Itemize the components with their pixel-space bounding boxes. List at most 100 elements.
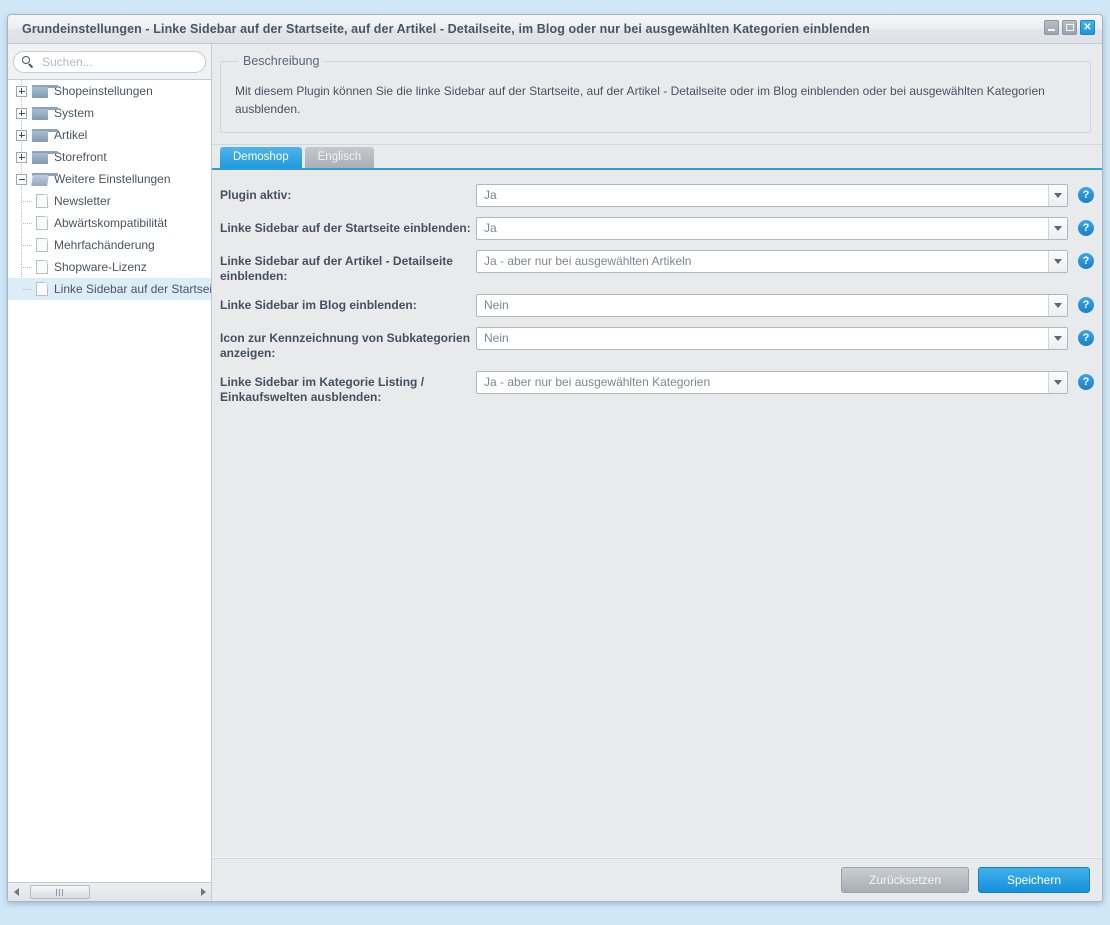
sidebar-item-label: Artikel (54, 128, 88, 142)
sidebar-item-label: Newsletter (54, 194, 111, 208)
sidebar-startseite-select[interactable]: Ja (476, 217, 1068, 240)
folder-icon (32, 84, 58, 98)
document-icon (36, 282, 48, 296)
tree-elbow (23, 267, 32, 268)
chevron-down-icon[interactable] (1048, 185, 1067, 206)
help-icon[interactable]: ? (1078, 220, 1094, 236)
document-icon (36, 238, 48, 252)
expand-icon[interactable] (16, 85, 27, 97)
maximize-icon (1065, 24, 1074, 31)
sidebar-blog-select[interactable]: Nein (476, 294, 1068, 317)
description-fieldset: Beschreibung Mit diesem Plugin können Si… (220, 54, 1091, 133)
shop-tabs: Demoshop Englisch (212, 144, 1102, 170)
help-icon[interactable]: ? (1078, 330, 1094, 346)
sidebar-item-newsletter[interactable]: Newsletter (8, 190, 211, 212)
sidebar-item-label: Weitere Einstellungen (54, 172, 171, 186)
scrollbar-track[interactable] (24, 883, 195, 901)
close-icon: ✕ (1083, 21, 1092, 33)
chevron-down-icon[interactable] (1048, 218, 1067, 239)
help-icon[interactable]: ? (1078, 297, 1094, 313)
tree-elbow (23, 223, 32, 224)
field-label: Plugin aktiv: (220, 188, 292, 202)
select-value: Ja (484, 221, 497, 235)
sidebar-item-shopeinstellungen[interactable]: Shopeinstellungen (8, 80, 211, 102)
field-row-plugin-aktiv: Plugin aktiv: Ja ? (212, 184, 1102, 207)
chevron-down-icon[interactable] (1048, 328, 1067, 349)
chevron-down-icon[interactable] (1048, 372, 1067, 393)
folder-icon (32, 106, 58, 120)
collapse-icon[interactable] (16, 173, 27, 185)
field-row-sidebar-detailseite: Linke Sidebar auf der Artikel - Detailse… (212, 250, 1102, 284)
plugin-aktiv-select[interactable]: Ja (476, 184, 1068, 207)
minimize-icon (1048, 29, 1055, 31)
document-icon (36, 260, 48, 274)
tab-demoshop[interactable]: Demoshop (220, 147, 302, 168)
window-titlebar: Grundeinstellungen - Linke Sidebar auf d… (8, 15, 1102, 44)
folder-open-icon (31, 172, 58, 186)
field-row-subkategorien-icon: Icon zur Kennzeichnung von Subkategorien… (212, 327, 1102, 361)
select-value: Nein (484, 331, 509, 345)
chevron-down-icon[interactable] (1048, 251, 1067, 272)
window-title: Grundeinstellungen - Linke Sidebar auf d… (22, 22, 870, 36)
sidebar-item-shopware-lizenz[interactable]: Shopware-Lizenz (8, 256, 211, 278)
folder-icon (32, 128, 58, 142)
field-label: Linke Sidebar im Blog einblenden: (220, 298, 417, 312)
sidebar-item-linke-sidebar-auf-der-startseite[interactable]: Linke Sidebar auf der Startseite (8, 278, 211, 300)
select-value: Ja (484, 188, 497, 202)
sidebar-item-weitere-einstellungen[interactable]: Weitere Einstellungen (8, 168, 211, 190)
sidebar: Shopeinstellungen System Artikel Storefr… (8, 44, 212, 901)
field-row-sidebar-startseite: Linke Sidebar auf der Startseite einblen… (212, 217, 1102, 240)
sidebar-item-storefront[interactable]: Storefront (8, 146, 211, 168)
document-icon (36, 194, 48, 208)
select-value: Nein (484, 298, 509, 312)
chevron-down-icon[interactable] (1048, 295, 1067, 316)
help-icon[interactable]: ? (1078, 374, 1094, 390)
sidebar-item-label: Shopware-Lizenz (54, 260, 147, 274)
sidebar-detailseite-select[interactable]: Ja - aber nur bei ausgewählten Artikeln (476, 250, 1068, 273)
expand-icon[interactable] (16, 129, 27, 141)
tree-elbow (23, 201, 32, 202)
sidebar-item-system[interactable]: System (8, 102, 211, 124)
sidebar-item-label: Shopeinstellungen (54, 84, 153, 98)
minimize-button[interactable] (1044, 20, 1059, 35)
field-label: Linke Sidebar auf der Startseite einblen… (220, 221, 471, 235)
application-window: Grundeinstellungen - Linke Sidebar auf d… (7, 14, 1103, 902)
description-legend: Beschreibung (243, 54, 320, 68)
help-icon[interactable]: ? (1078, 187, 1094, 203)
save-button[interactable]: Speichern (978, 866, 1090, 893)
tab-englisch[interactable]: Englisch (304, 147, 375, 168)
search-input[interactable] (40, 54, 197, 70)
settings-form: Plugin aktiv: Ja ? Linke Sidebar auf der… (212, 170, 1102, 857)
document-icon (36, 216, 48, 230)
scroll-left-arrow-icon[interactable] (8, 883, 24, 901)
search-icon (22, 56, 34, 69)
sidebar-item-artikel[interactable]: Artikel (8, 124, 211, 146)
field-label: Linke Sidebar auf der Artikel - Detailse… (220, 254, 453, 283)
scrollbar-thumb[interactable] (30, 885, 90, 899)
sidebar-search-area (8, 44, 211, 79)
form-footer: Zurücksetzen Speichern (212, 857, 1102, 901)
select-value: Ja - aber nur bei ausgewählten Kategorie… (484, 375, 711, 389)
expand-icon[interactable] (16, 151, 27, 163)
search-box[interactable] (13, 51, 206, 73)
maximize-button[interactable] (1062, 20, 1077, 35)
settings-tree[interactable]: Shopeinstellungen System Artikel Storefr… (8, 79, 211, 883)
field-row-kategorie-listing: Linke Sidebar im Kategorie Listing / Ein… (212, 371, 1102, 405)
expand-icon[interactable] (16, 107, 27, 119)
sidebar-item-label: System (54, 106, 95, 120)
sidebar-item-abwaertskompatibilitaet[interactable]: Abwärtskompatibilität (8, 212, 211, 234)
tree-elbow (23, 289, 32, 290)
close-button[interactable]: ✕ (1080, 20, 1095, 35)
kategorie-listing-select[interactable]: Ja - aber nur bei ausgewählten Kategorie… (476, 371, 1068, 394)
window-body: Shopeinstellungen System Artikel Storefr… (8, 44, 1102, 901)
subkategorien-icon-select[interactable]: Nein (476, 327, 1068, 350)
select-value: Ja - aber nur bei ausgewählten Artikeln (484, 254, 692, 268)
tree-elbow (23, 245, 32, 246)
help-icon[interactable]: ? (1078, 253, 1094, 269)
sidebar-horizontal-scrollbar[interactable] (8, 883, 211, 901)
scroll-right-arrow-icon[interactable] (195, 883, 211, 901)
sidebar-item-mehrfachaenderung[interactable]: Mehrfachänderung (8, 234, 211, 256)
window-controls: ✕ (1044, 20, 1095, 35)
field-row-sidebar-blog: Linke Sidebar im Blog einblenden: Nein ? (212, 294, 1102, 317)
reset-button[interactable]: Zurücksetzen (841, 866, 969, 893)
